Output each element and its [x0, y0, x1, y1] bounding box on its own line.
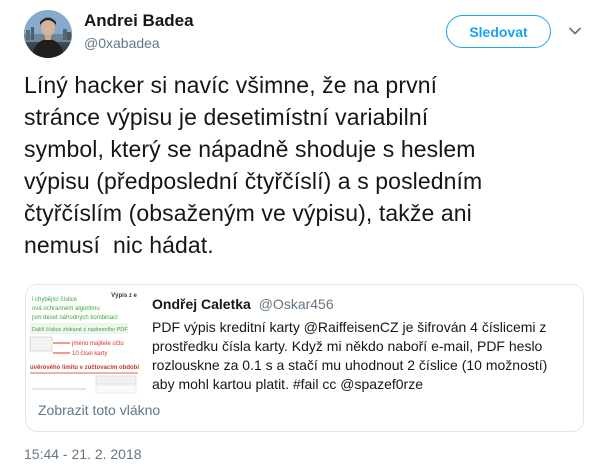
- quoted-author-handle: @Oskar456: [258, 296, 334, 312]
- quoted-text-line: PDF výpis kreditní karty @RaiffeisenCZ j…: [152, 319, 547, 335]
- tweet-text-line: symbol, který se nápadně shoduje s hesle…: [24, 136, 476, 162]
- thumbnail-text: i chybějící číslice: [32, 297, 78, 303]
- tweet-card: Andrei Badea @0xabadea Sledovat Líný hac…: [0, 0, 609, 473]
- quoted-tweet-author[interactable]: Ondřej Caletka @Oskar456: [152, 296, 334, 312]
- thumbnail-text: Další číslice získané z nadresního PDF: [32, 327, 128, 333]
- tweet-timestamp[interactable]: 15:44 - 21. 2. 2018: [24, 446, 142, 462]
- follow-button[interactable]: Sledovat: [446, 15, 551, 48]
- tweet-text-line: Líný hacker si navíc všimne, že na první: [24, 72, 438, 98]
- quoted-tweet[interactable]: Výpis z e i chybějící číslice ová ochran…: [25, 284, 584, 432]
- quoted-tweet-thumbnail[interactable]: Výpis z e i chybějící číslice ová ochran…: [26, 285, 140, 395]
- quoted-text-line: rozlouskne za 0.1 s a stačí mu uhodnout …: [152, 357, 548, 373]
- tweet-text: Líný hacker si navíc všimne, že na první…: [24, 69, 594, 261]
- thumbnail-text: úvěrového limitu v zúčtovacím období: [30, 365, 139, 371]
- author-name[interactable]: Andrei Badea: [84, 11, 194, 31]
- tweet-text-line: čtyřčíslím (obsaženým ve výpisu), takže …: [24, 200, 472, 226]
- quoted-tweet-text: PDF výpis kreditní karty @RaiffeisenCZ j…: [152, 318, 572, 394]
- avatar-photo-icon: [24, 10, 72, 58]
- chevron-down-icon[interactable]: [566, 22, 584, 40]
- thumbnail-text: jsm deset náhodných kombinací: [31, 315, 118, 321]
- show-thread-link[interactable]: Zobrazit toto vlákno: [38, 402, 160, 418]
- tweet-text-line: stránce výpisu je desetimístní variabiln…: [24, 104, 429, 130]
- quoted-text-line: prostředku čísla karty. Když mi někdo na…: [152, 338, 543, 354]
- avatar[interactable]: [24, 10, 72, 58]
- thumbnail-text: ová ochranném algoritmu: [32, 306, 100, 312]
- tweet-text-line: výpisu (předposlední čtyřčíslí) a s posl…: [24, 168, 483, 194]
- tweet-text-line: nemusí nic hádat.: [24, 232, 214, 258]
- author-handle[interactable]: @0xabadea: [84, 35, 160, 51]
- quoted-text-line: aby mohl kartou platit. #fail cc @spazef…: [152, 376, 424, 392]
- thumbnail-text: Výpis z e: [111, 293, 137, 299]
- thumbnail-text: 10 čísel karty: [72, 351, 107, 357]
- quoted-author-name: Ondřej Caletka: [152, 296, 251, 312]
- thumbnail-text: jméno majitele účtu: [71, 341, 124, 347]
